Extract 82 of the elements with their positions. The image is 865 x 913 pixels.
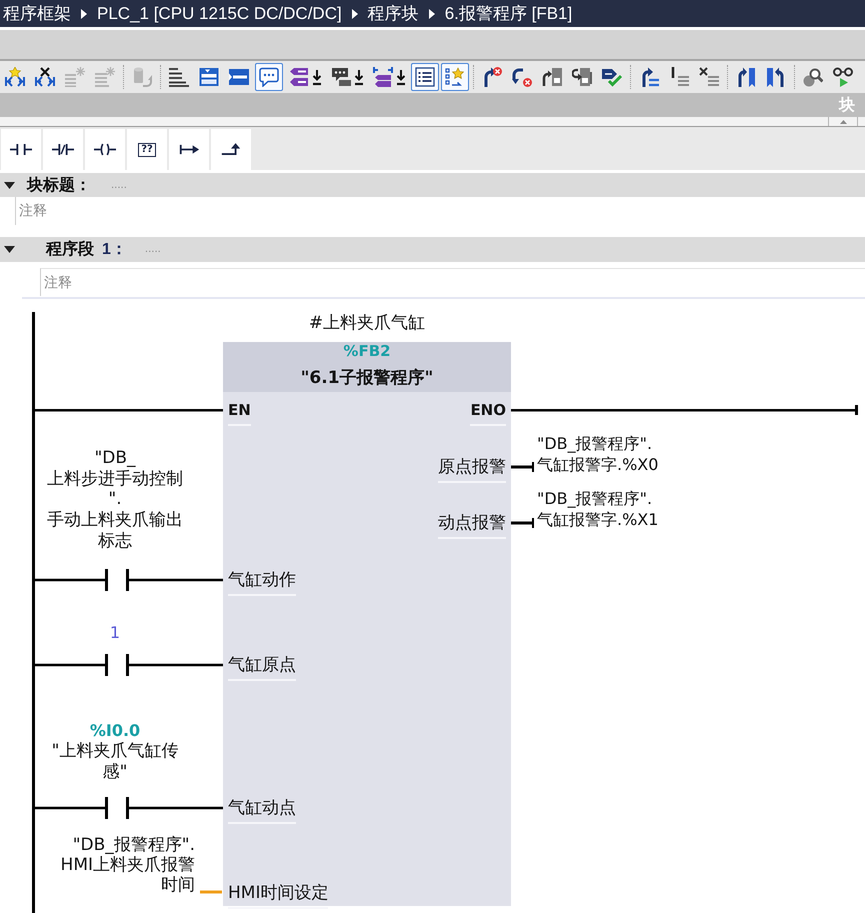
instruction-button[interactable]	[43, 129, 83, 170]
breadcrumb-item[interactable]: PLC_1 [CPU 1215C DC/DC/DC]	[97, 0, 342, 27]
operand-label: "上料夹爪气缸传 感"	[50, 741, 180, 782]
pin-label: EN	[228, 400, 251, 426]
stacked-lines-icon	[169, 67, 189, 87]
operand-label: "DB_ 上料步进手动控制 ". 手动上料夹爪输出 标志	[46, 448, 184, 552]
caret-icon	[352, 8, 358, 18]
output-wire	[511, 462, 534, 472]
arrow-error-icon	[482, 67, 502, 87]
panel-title: 块	[839, 96, 855, 116]
scroll-up-icon[interactable]	[840, 120, 846, 124]
panel-icon	[229, 67, 249, 87]
window-icon	[199, 67, 219, 87]
bubble-arrow-icon	[331, 67, 363, 87]
instruction-button[interactable]	[85, 129, 125, 170]
toolbar-button[interactable]	[411, 63, 439, 91]
instruction-button[interactable]	[211, 129, 251, 170]
operand-address: %I0.0	[88, 721, 142, 741]
arrow-bookmark-icon	[766, 67, 786, 87]
contact-symbol	[105, 569, 129, 591]
breadcrumb-item[interactable]: 程序块	[368, 0, 419, 27]
lines-sparkle-icon	[95, 67, 115, 87]
list-star-icon	[445, 67, 465, 87]
instruction-button[interactable]	[1, 129, 41, 170]
pin-label: 动点报警	[438, 513, 506, 539]
tag-arrow-icon	[289, 67, 321, 87]
caret-icon	[428, 8, 435, 18]
corner-arrow-icon	[220, 143, 242, 156]
pin-label: 气缸动作	[228, 570, 296, 596]
contact-icon	[10, 143, 32, 156]
comment-field[interactable]: 注释	[40, 268, 865, 296]
operand-label: "DB_报警程序". HMI上料夹爪报警 时间	[60, 835, 195, 895]
instruction-button[interactable]: ??	[127, 129, 167, 170]
pin-label: HMI时间设定	[228, 883, 328, 909]
breadcrumb-item[interactable]: 程序框架	[3, 0, 71, 27]
section-title: 程序段	[46, 239, 94, 260]
bar-arrow-icon	[178, 143, 200, 156]
wire	[35, 806, 105, 810]
block-name: "6.1子报警程序"	[300, 367, 434, 389]
operand-label: "DB_报警程序". 气缸报警字.%X0	[537, 433, 658, 475]
contact-symbol	[105, 797, 129, 819]
operand-label: "DB_报警程序". 气缸报警字.%X1	[537, 488, 658, 530]
pin-label: ENO	[470, 400, 506, 426]
breadcrumb-item[interactable]: 6.报警程序 [FB1]	[444, 0, 572, 27]
contact-symbol	[105, 654, 129, 676]
slashed-contact-icon	[52, 143, 74, 156]
section-title: 块标题：	[27, 176, 91, 196]
bar-lines-icon	[669, 67, 689, 87]
magnifier-icon	[803, 67, 823, 87]
title-field[interactable]: .....	[111, 178, 145, 192]
arrow-error-icon	[512, 67, 532, 87]
instruction-button[interactable]	[169, 129, 209, 170]
pin-label: 原点报警	[438, 457, 506, 483]
network-tag-arrow-icon	[373, 67, 405, 87]
lines-sparkle-icon	[65, 67, 85, 87]
list-icon	[415, 67, 435, 87]
title-field[interactable]: .....	[144, 242, 179, 256]
wire	[35, 578, 105, 582]
network-cross-icon	[35, 67, 55, 87]
output-wire	[511, 518, 534, 528]
caret-icon[interactable]	[4, 246, 15, 253]
network-number: 1：	[102, 240, 127, 260]
cylinder-arrow-icon	[132, 67, 152, 87]
arrow-bookmark-icon	[736, 67, 756, 87]
value-wire	[200, 890, 222, 894]
pin-label: 气缸动点	[228, 798, 296, 824]
instance-name: #上料夹爪气缸	[308, 312, 426, 334]
glasses-play-icon	[833, 67, 853, 87]
toolbar-button[interactable]	[255, 63, 283, 91]
pin-label: 气缸原点	[228, 655, 296, 681]
caret-icon[interactable]	[4, 182, 15, 188]
speech-bubble-icon	[259, 67, 279, 87]
network-star-icon	[5, 67, 25, 87]
block-address: %FB2	[343, 342, 391, 360]
arrow-module-icon	[542, 67, 562, 87]
arrow-module-icon	[572, 67, 592, 87]
coil-icon	[94, 143, 116, 156]
wire	[35, 664, 105, 666]
caret-icon	[81, 8, 87, 18]
constant-value: 1	[108, 623, 122, 643]
cross-lines-icon	[699, 67, 719, 87]
connector-check-icon	[602, 67, 622, 87]
